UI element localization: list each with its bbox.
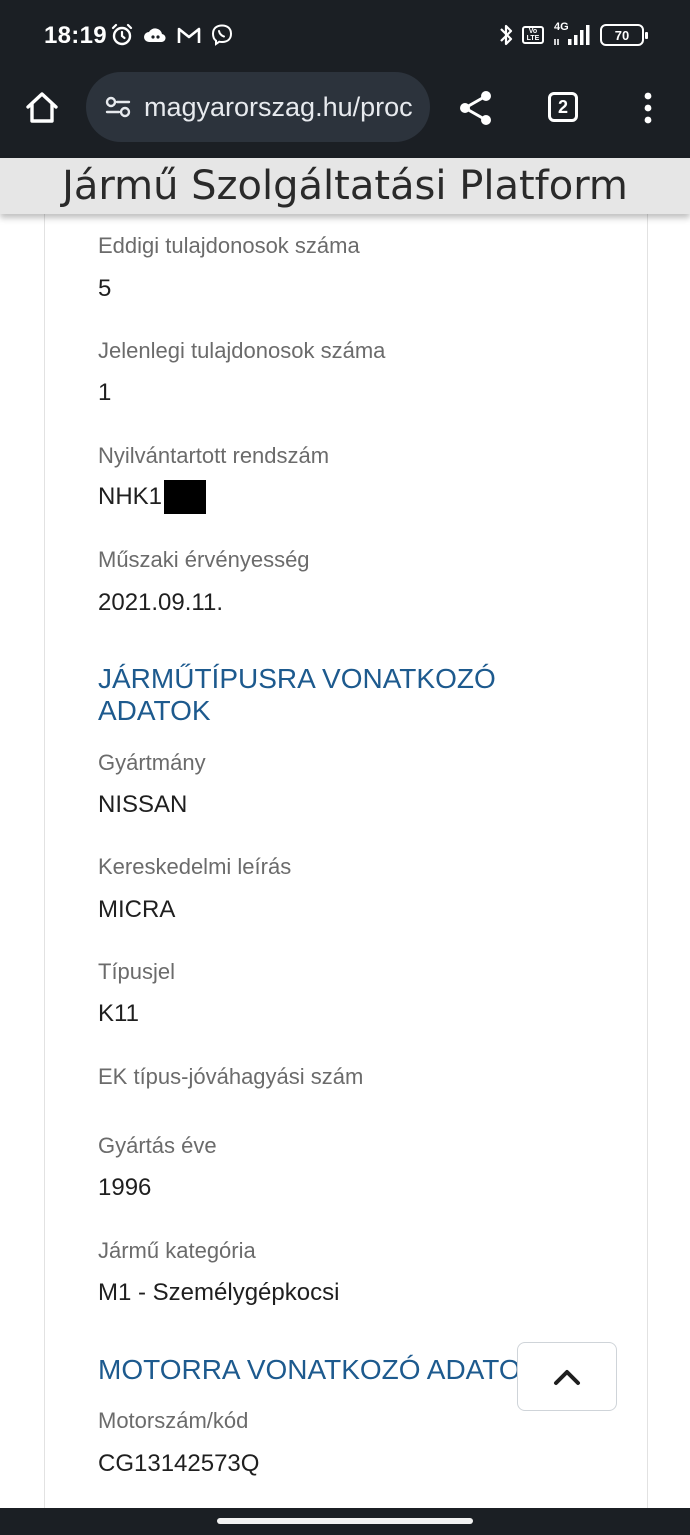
browser-toolbar: magyarorszag.hu/proc 2 [0, 72, 690, 158]
volte-label-top: Vo [528, 28, 538, 35]
notification-icons [110, 23, 234, 47]
volte-label-bottom: LTE [526, 35, 540, 42]
field-label-commercial-desc: Kereskedelmi leírás [98, 854, 292, 879]
section-title-engine: MOTORRA VONATKOZÓ ADATO [98, 1354, 521, 1385]
system-icons: Vo LTE 4G 70 [498, 22, 648, 48]
status-bar: 18:19 Vo LTE 4G 70 [0, 0, 690, 72]
field-label-inspection: Műszaki érvényesség [98, 547, 310, 572]
field-label-previous-owners: Eddigi tulajdonosok száma [98, 233, 360, 258]
alarm-icon [110, 23, 134, 47]
field-value-engine-code: CG13142573Q [98, 1450, 260, 1477]
viber-icon [210, 23, 234, 47]
cloud-game-icon [142, 23, 168, 47]
field-label-type-code: Típusjel [98, 959, 176, 984]
site-settings-icon[interactable] [104, 93, 132, 121]
field-value-year: 1996 [98, 1174, 152, 1201]
home-icon [26, 92, 58, 123]
field-label-ek-approval: EK típus-jóváhagyási szám [98, 1064, 364, 1089]
battery-icon: 70 [600, 24, 648, 46]
url-text: magyarorszag.hu/proc [144, 91, 413, 122]
section-title-vehicle-type-line2: ADATOK [98, 695, 211, 726]
status-time: 18:19 [44, 22, 107, 49]
field-label-current-owners: Jelenlegi tulajdonosok száma [98, 338, 386, 363]
field-label-plate: Nyilvántartott rendszám [98, 443, 330, 468]
field-value-current-owners: 1 [98, 379, 112, 406]
address-bar[interactable]: magyarorszag.hu/proc [86, 72, 430, 142]
site-header: Jármű Szolgáltatási Platform [0, 158, 690, 214]
field-label-category: Jármű kategória [98, 1238, 256, 1263]
bluetooth-icon [498, 22, 514, 48]
scroll-to-top-button[interactable] [517, 1342, 617, 1411]
field-label-year: Gyártás éve [98, 1133, 217, 1158]
section-title-vehicle-type-line1: JÁRMŰTÍPUSRA VONATKOZÓ [98, 663, 496, 694]
volte-icon: Vo LTE [522, 26, 544, 44]
share-button[interactable] [456, 88, 496, 128]
field-value-previous-owners: 5 [98, 275, 112, 302]
tab-count: 2 [557, 96, 568, 117]
redaction-box [164, 480, 207, 514]
field-value-plate: NHK1 [98, 480, 207, 514]
home-gesture-handle[interactable] [217, 1518, 473, 1524]
field-value-commercial-desc: MICRA [98, 896, 176, 923]
field-label-make: Gyártmány [98, 750, 206, 775]
battery-level: 70 [614, 27, 630, 43]
home-button[interactable] [22, 88, 62, 128]
plate-text: NHK1 [98, 483, 163, 510]
share-icon [460, 91, 491, 125]
chevron-up-icon [554, 1369, 580, 1385]
menu-button[interactable] [636, 88, 660, 128]
field-value-inspection: 2021.09.11. [98, 589, 224, 616]
gmail-icon [176, 24, 202, 46]
system-nav-bar [0, 1508, 690, 1535]
field-value-type-code: K11 [98, 1000, 139, 1027]
field-value-category: M1 - Személygépkocsi [98, 1279, 340, 1306]
field-label-engine-code: Motorszám/kód [98, 1408, 249, 1433]
field-value-make: NISSAN [98, 791, 188, 818]
tab-switcher-button[interactable]: 2 [548, 92, 578, 122]
more-vert-icon [644, 92, 652, 124]
signal-4g-icon: 4G [552, 22, 592, 48]
page-title: Jármű Szolgáltatási Platform [62, 163, 628, 209]
